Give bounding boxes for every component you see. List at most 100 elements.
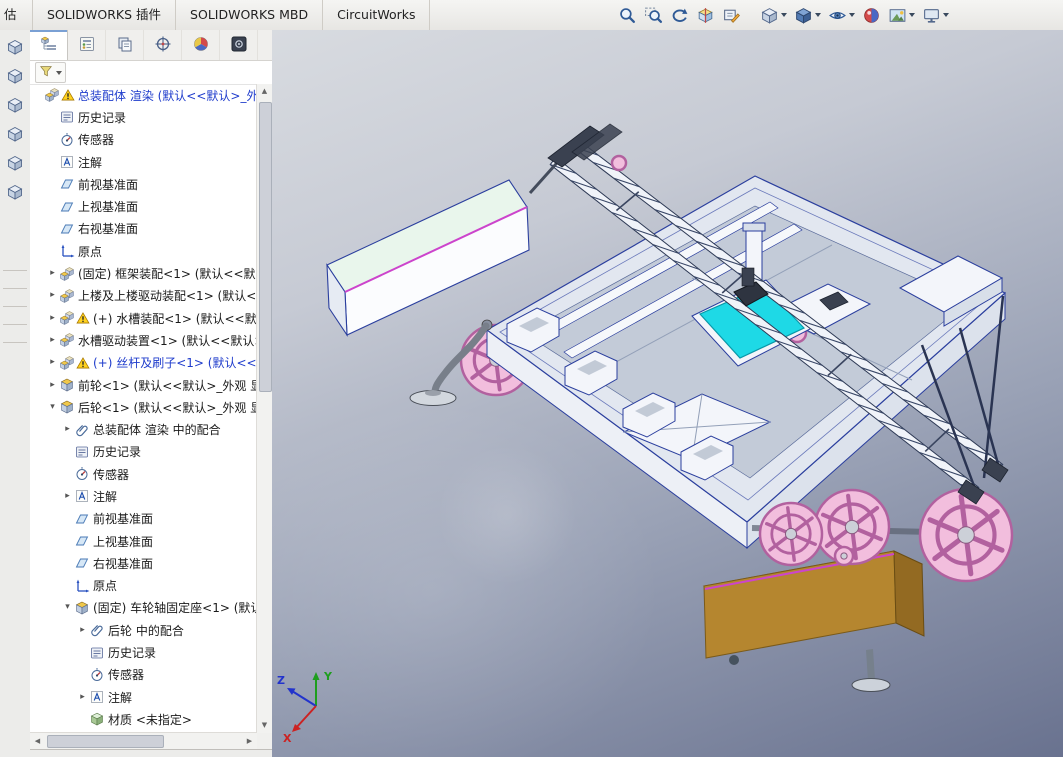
tab-cam-manager[interactable]: [220, 30, 258, 60]
tree-item[interactable]: 原点: [30, 240, 257, 262]
tree-item[interactable]: 前视基准面: [30, 173, 257, 195]
tab-propertymanager[interactable]: [68, 30, 106, 60]
tree-item[interactable]: 历史记录: [30, 441, 257, 463]
side-toolbar-button-3[interactable]: [3, 93, 27, 117]
filter-funnel-icon: [39, 64, 53, 81]
expand-arrow-collapsed[interactable]: ▸: [47, 358, 58, 367]
tree-horizontal-scrollbar[interactable]: ◀ ▶: [30, 732, 257, 750]
hide-show-items-button[interactable]: [826, 4, 857, 27]
tree-item-label: 材质 <未指定>: [108, 712, 192, 727]
horizontal-scroll-thumb[interactable]: [47, 735, 164, 748]
tree-item-label: (固定) 车轮轴固定座<1> (默认: [93, 601, 257, 616]
expand-arrow-collapsed[interactable]: ▸: [47, 335, 58, 345]
graphics-area[interactable]: Y Z X: [272, 30, 1063, 757]
tree-item[interactable]: ▸ (固定) 框架装配<1> (默认<<默认: [30, 262, 257, 284]
feature-tree: 总装配体 渲染 (默认<<默认>_外 历史记录 传感器 注解 前视基准面 上视基准面 右视基…: [30, 84, 257, 733]
scroll-up-button[interactable]: ▲: [257, 84, 272, 99]
tree-item-label: 后轮<1> (默认<<默认>_外观 显示: [78, 400, 257, 415]
zoom-fit-button[interactable]: [616, 4, 639, 27]
tree-item[interactable]: 上视基准面: [30, 195, 257, 217]
side-toolbar-button-2[interactable]: [3, 64, 27, 88]
tree-item[interactable]: ▸ 上楼及上楼驱动装配<1> (默认<<: [30, 285, 257, 307]
tree-item[interactable]: 注解: [30, 151, 257, 173]
apply-scene-button[interactable]: [886, 4, 917, 27]
scroll-right-button[interactable]: ▶: [242, 733, 257, 750]
tree-item[interactable]: ▸ (+) 丝杆及刷子<1> (默认<<: [30, 352, 257, 374]
tree-item[interactable]: ▸ 总装配体 渲染 中的配合: [30, 418, 257, 440]
scroll-left-button[interactable]: ◀: [30, 733, 45, 750]
tree-item[interactable]: ▸ 注解: [30, 686, 257, 708]
menu-tab-3[interactable]: CircuitWorks: [323, 0, 431, 30]
dropdown-caret[interactable]: [781, 13, 787, 17]
tree-item[interactable]: 传感器: [30, 664, 257, 686]
tree-item[interactable]: 历史记录: [30, 106, 257, 128]
tree-vertical-scrollbar[interactable]: ▲ ▼: [256, 84, 272, 733]
tree-item[interactable]: ▸ 前轮<1> (默认<<默认>_外观 显示: [30, 374, 257, 396]
tab-displaymanager[interactable]: [182, 30, 220, 60]
zoom-to-area-button[interactable]: [642, 4, 665, 27]
filter-dropdown-caret[interactable]: [56, 70, 62, 75]
edit-appearance-button[interactable]: [860, 4, 883, 27]
tree-item-label: 前视基准面: [93, 512, 154, 527]
expand-arrow-collapsed[interactable]: ▸: [47, 380, 58, 390]
tree-item[interactable]: 上视基准面: [30, 530, 257, 552]
tree-item[interactable]: ▸ (+) 水槽装配<1> (默认<<默: [30, 307, 257, 329]
tree-item[interactable]: ▸ 水槽驱动装置<1> (默认<<默认>_: [30, 329, 257, 351]
plane-icon: [74, 533, 90, 549]
tree-item[interactable]: 传感器: [30, 129, 257, 151]
expand-arrow-collapsed[interactable]: ▸: [47, 269, 58, 278]
tree-item-label: (+) 丝杆及刷子<1> (默认<<: [93, 356, 257, 371]
scroll-down-button[interactable]: ▼: [257, 718, 272, 733]
expand-arrow-collapsed[interactable]: ▸: [62, 491, 73, 501]
commandmanager-tab-evaluate-partial[interactable]: 估: [0, 0, 33, 30]
expand-arrow-collapsed[interactable]: ▸: [77, 625, 88, 635]
tree-item[interactable]: 总装配体 渲染 (默认<<默认>_外: [30, 84, 257, 106]
dropdown-caret[interactable]: [849, 13, 855, 17]
tab-dimxpertmanager[interactable]: [144, 30, 182, 60]
sensors-icon: [74, 466, 90, 482]
annotations-icon: [89, 689, 105, 705]
tree-item[interactable]: 右视基准面: [30, 218, 257, 240]
side-toolbar-button-4[interactable]: [3, 122, 27, 146]
expand-arrow-collapsed[interactable]: ▸: [77, 692, 88, 702]
tree-item[interactable]: 前视基准面: [30, 508, 257, 530]
white-green-box: [326, 179, 530, 337]
tree-item[interactable]: 传感器: [30, 463, 257, 485]
view-orientation-button[interactable]: [758, 4, 789, 27]
expand-arrow-expanded[interactable]: ▾: [47, 402, 58, 412]
plane-icon: [74, 555, 90, 571]
tab-configurationmanager[interactable]: [106, 30, 144, 60]
expand-arrow-collapsed[interactable]: ▸: [47, 291, 58, 300]
tree-item[interactable]: ▾ (固定) 车轮轴固定座<1> (默认: [30, 597, 257, 619]
side-toolbar-button-6[interactable]: [3, 180, 27, 204]
tree-item[interactable]: 历史记录: [30, 641, 257, 663]
menu-tab-2[interactable]: SOLIDWORKS MBD: [176, 0, 324, 30]
vertical-scroll-thumb[interactable]: [259, 102, 272, 392]
expand-arrow-collapsed[interactable]: ▸: [62, 425, 73, 434]
tree-item[interactable]: ▾ 后轮<1> (默认<<默认>_外观 显示: [30, 396, 257, 418]
filter-button[interactable]: [35, 62, 66, 83]
tree-item[interactable]: 材质 <未指定>: [30, 708, 257, 730]
dropdown-caret[interactable]: [909, 13, 915, 17]
expand-arrow-expanded[interactable]: ▾: [62, 603, 73, 612]
display-style-button[interactable]: [792, 4, 823, 27]
commandmanager-tabs: SOLIDWORKS 插件 SOLIDWORKS MBD CircuitWorks: [33, 0, 431, 30]
tab-featuremanager-design-tree[interactable]: [30, 30, 68, 60]
dropdown-caret[interactable]: [815, 13, 821, 17]
side-toolbar-button-5[interactable]: [3, 151, 27, 175]
section-view-button[interactable]: [694, 4, 717, 27]
dynamic-annotation-views-button[interactable]: [720, 4, 743, 27]
menu-tab-1[interactable]: SOLIDWORKS 插件: [33, 0, 177, 30]
dropdown-caret[interactable]: [943, 13, 949, 17]
previous-view-button[interactable]: [668, 4, 691, 27]
side-toolbar-button-1[interactable]: [3, 35, 27, 59]
tree-item-label: (固定) 框架装配<1> (默认<<默认: [78, 267, 257, 282]
tree-item[interactable]: ▸ 注解: [30, 485, 257, 507]
tree-item[interactable]: 右视基准面: [30, 552, 257, 574]
view-settings-button[interactable]: [920, 4, 951, 27]
expand-arrow-collapsed[interactable]: ▸: [47, 313, 58, 323]
separator: [3, 342, 27, 343]
tree-item[interactable]: 原点: [30, 575, 257, 597]
scrollbar-corner: [257, 733, 272, 750]
tree-item[interactable]: ▸ 后轮 中的配合: [30, 619, 257, 641]
